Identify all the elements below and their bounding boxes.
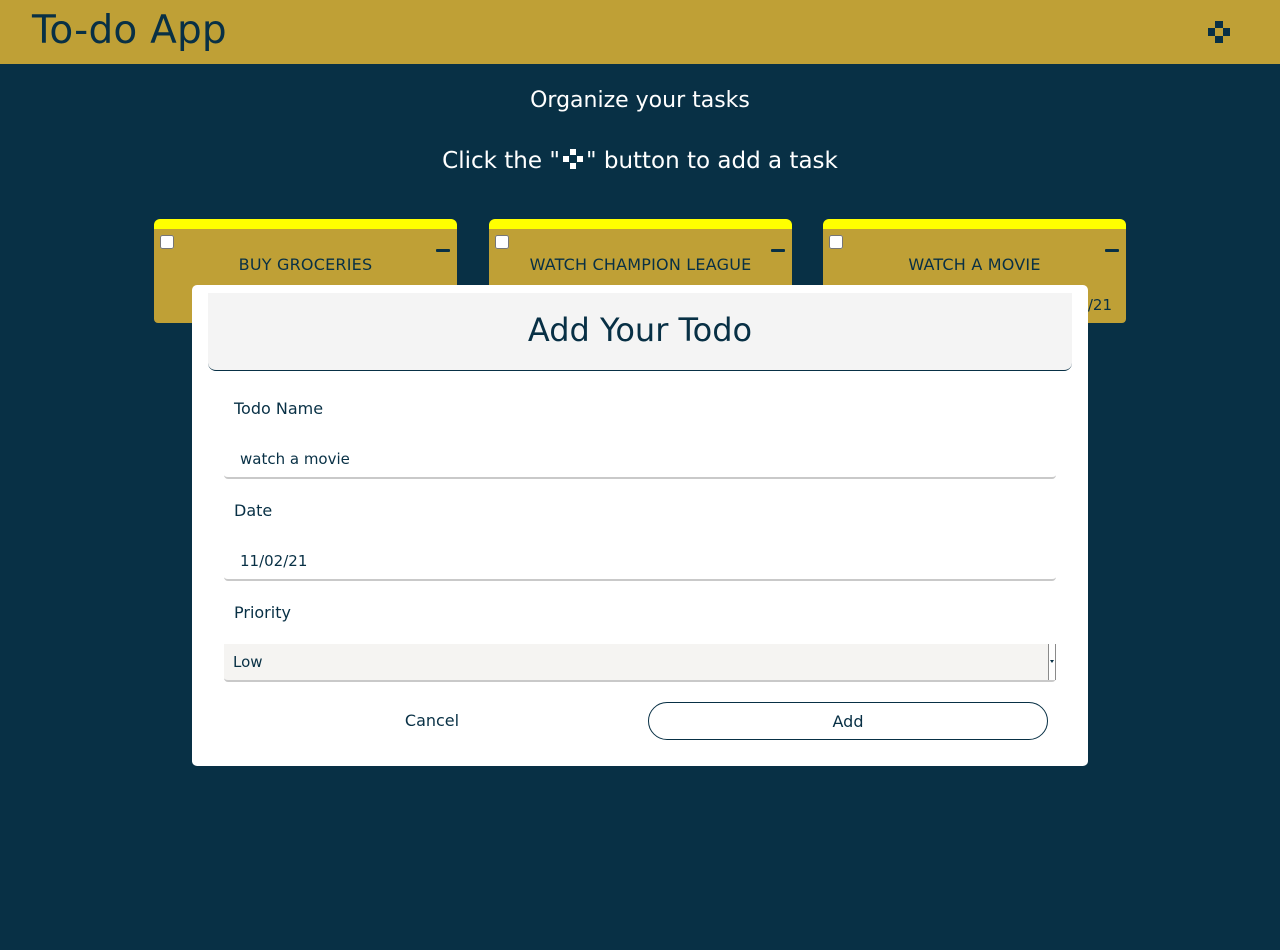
priority-label: Priority — [234, 603, 291, 622]
modal-header: Add Your Todo — [208, 293, 1072, 371]
page-subtitle: Organize your tasks — [530, 88, 750, 113]
task-checkbox[interactable] — [495, 235, 509, 249]
plus-icon — [1208, 21, 1230, 43]
remove-task-button[interactable] — [770, 239, 786, 255]
task-title: BUY GROCERIES — [238, 255, 373, 274]
app-title: To-do App — [32, 8, 227, 53]
priority-select[interactable]: Low — [224, 644, 1056, 682]
modal-title: Add Your Todo — [527, 311, 753, 349]
remove-task-button[interactable] — [435, 239, 451, 255]
remove-task-button[interactable] — [1104, 239, 1120, 255]
task-checkbox[interactable] — [160, 235, 174, 249]
hint-text-before: Click the — [442, 148, 543, 174]
app-header: To-do App — [0, 0, 1280, 64]
hint-quote-open: " — [549, 148, 560, 174]
add-task-hint: Click the " " button to add a task — [0, 148, 1280, 174]
add-todo-modal: Add Your Todo Todo Name Date Priority Lo… — [192, 285, 1088, 766]
todo-name-input[interactable] — [224, 441, 1056, 479]
todo-name-label: Todo Name — [234, 399, 324, 418]
add-task-button[interactable] — [1204, 17, 1234, 47]
task-date: /21 — [1087, 296, 1112, 314]
cancel-button[interactable]: Cancel — [332, 701, 532, 739]
hint-text-after: button to add a task — [603, 148, 838, 174]
task-title: WATCH CHAMPION LEAGUE — [529, 255, 752, 274]
chevron-down-icon[interactable] — [1048, 644, 1056, 680]
hint-quote-close: " — [585, 148, 597, 174]
task-title: WATCH A MOVIE — [908, 255, 1041, 274]
add-button[interactable]: Add — [648, 702, 1048, 740]
priority-selected-value: Low — [233, 653, 263, 671]
date-label: Date — [234, 501, 273, 520]
task-checkbox[interactable] — [829, 235, 843, 249]
date-input[interactable] — [224, 543, 1056, 581]
plus-icon — [562, 149, 583, 169]
